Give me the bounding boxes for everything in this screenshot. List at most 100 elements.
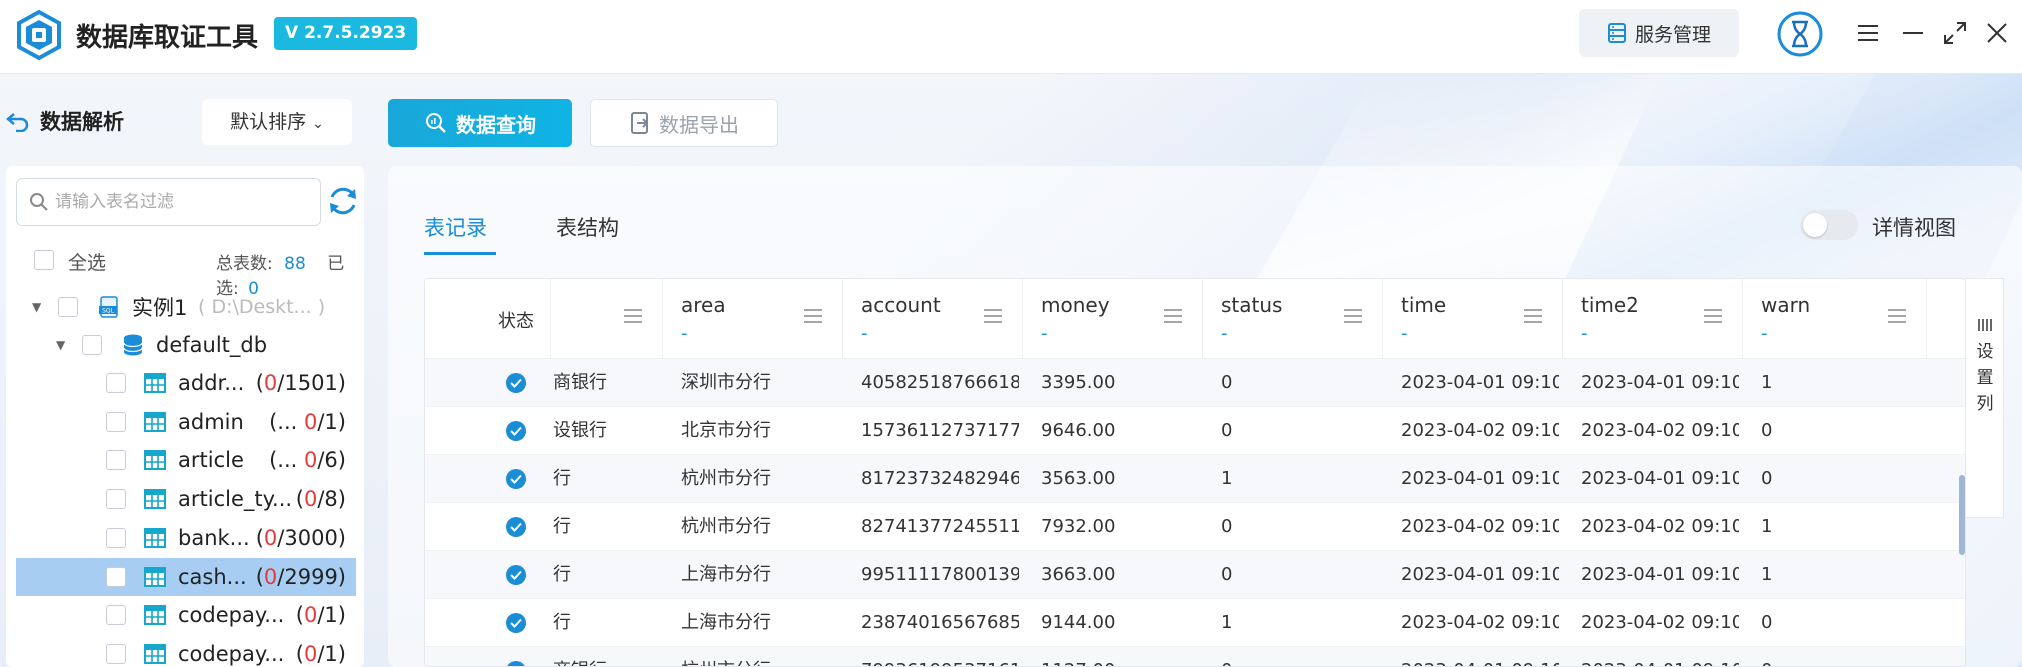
table-checkbox[interactable] — [106, 605, 126, 626]
maximize-icon[interactable] — [1940, 18, 1970, 48]
column-header[interactable]: status - — [1203, 279, 1383, 359]
app-title: 数据库取证工具 — [76, 23, 259, 53]
column-menu-icon[interactable] — [1888, 309, 1906, 323]
table-cell: 北京市分行 — [681, 420, 771, 441]
columns-icon — [1978, 319, 1992, 331]
table-checkbox[interactable] — [106, 489, 126, 510]
column-header[interactable]: time - — [1383, 279, 1563, 359]
menu-icon[interactable] — [1853, 18, 1883, 48]
column-header[interactable]: area - — [663, 279, 843, 359]
tree-database-row[interactable]: ▼ default_db — [16, 326, 356, 364]
tab-structure[interactable]: 表结构 — [556, 212, 619, 242]
table-list-item[interactable]: codepay... (0/1) — [16, 596, 356, 634]
filter-placeholder: 请输入表名过滤 — [55, 192, 174, 212]
table-filter-input[interactable]: 请输入表名过滤 — [16, 178, 321, 226]
app-logo-icon — [17, 10, 61, 60]
table-list-item[interactable]: article_ty... (0/8) — [16, 480, 356, 518]
table-cell: 0 — [1221, 647, 1379, 666]
table-count: (0/8) — [296, 487, 346, 511]
database-icon — [123, 334, 143, 356]
table-list-item[interactable]: cash... (0/2999) — [16, 557, 356, 596]
table-cell: 2023-04-02 09:10:0 — [1581, 612, 1739, 633]
table-checkbox[interactable] — [106, 566, 126, 587]
column-menu-icon[interactable] — [1344, 309, 1362, 323]
back-arrow-icon[interactable] — [6, 110, 30, 132]
table-count-open: (... — [269, 409, 304, 434]
table-row[interactable]: 行 杭州市分行 827413772455117 7932.00 0 2023-04-02 … — [425, 503, 1965, 551]
column-header[interactable]: account - — [843, 279, 1023, 359]
table-count-total: /2999) — [277, 564, 346, 589]
checked-circle-icon[interactable] — [505, 372, 527, 394]
column-settings-button[interactable]: 设置列 — [1966, 278, 2004, 518]
table-row[interactable]: 行 上海市分行 238740165676850 9144.00 1 2023-04-02 … — [425, 599, 1965, 647]
column-menu-icon[interactable] — [624, 309, 642, 323]
sort-dropdown[interactable]: 默认排序 ⌄ — [202, 99, 352, 145]
data-parse-label: 数据解析 — [40, 110, 124, 134]
instance-checkbox[interactable] — [58, 297, 78, 317]
table-icon — [144, 527, 166, 548]
table-cell: 商银行 — [553, 647, 659, 666]
column-menu-icon[interactable] — [984, 309, 1002, 323]
column-header[interactable]: warn - — [1743, 279, 1927, 359]
database-checkbox[interactable] — [82, 335, 102, 355]
table-row[interactable]: 设银行 北京市分行 157361127371774 9646.00 0 2023-04-0… — [425, 407, 1965, 455]
column-menu-icon[interactable] — [804, 309, 822, 323]
data-export-button[interactable]: 数据导出 — [590, 99, 778, 147]
caret-down-icon[interactable]: ▼ — [56, 338, 65, 352]
user-avatar-icon[interactable] — [1776, 10, 1824, 58]
vertical-scrollbar[interactable] — [1959, 475, 1965, 555]
table-list-item[interactable]: admin (... 0/1) — [16, 403, 356, 441]
table-cell: 2023-04-02 09:10:0 — [1401, 516, 1559, 537]
table-row[interactable]: 行 杭州市分行 817237324829465 3563.00 1 2023-04-01 … — [425, 455, 1965, 503]
table-row[interactable]: 行 上海市分行 995111178001390 3663.00 0 2023-04-01 … — [425, 551, 1965, 599]
tree-instance-row[interactable]: ▼ SQL 实例1 ( D:\Deskt... ) — [16, 288, 356, 326]
column-header[interactable] — [551, 279, 663, 359]
table-cell: 0 — [1221, 516, 1233, 537]
table-cell: 9646.00 — [1041, 420, 1116, 441]
table-checkbox[interactable] — [106, 527, 126, 548]
table-list-item[interactable]: bank... (0/3000) — [16, 519, 356, 557]
table-checkbox[interactable] — [106, 450, 126, 471]
select-all-checkbox[interactable] — [34, 250, 54, 270]
detail-view-toggle[interactable] — [1800, 210, 1858, 240]
close-icon[interactable] — [1982, 18, 2012, 48]
service-management-button[interactable]: 服务管理 — [1579, 9, 1739, 57]
table-count-total: /3000) — [277, 525, 346, 550]
column-menu-icon[interactable] — [1704, 309, 1722, 323]
data-query-button[interactable]: 数据查询 — [388, 99, 572, 147]
table-cell: 1 — [1761, 372, 1773, 393]
minimize-icon[interactable] — [1898, 18, 1928, 48]
checked-circle-icon[interactable] — [505, 660, 527, 667]
column-menu-icon[interactable] — [1524, 309, 1542, 323]
checked-circle-icon[interactable] — [505, 420, 527, 442]
table-cell: 上海市分行 — [681, 564, 771, 585]
tab-records[interactable]: 表记录 — [424, 212, 487, 242]
caret-down-icon[interactable]: ▼ — [32, 300, 41, 314]
table-row[interactable]: 商银行 杭州市分行 799361995371614 1127.00 0 2023-04-0… — [425, 647, 1965, 667]
table-count-selected: 0 — [263, 564, 278, 589]
total-value: 88 — [284, 254, 306, 274]
table-cell: 1 — [1221, 612, 1233, 633]
table-list-item[interactable]: article (... 0/6) — [16, 441, 356, 479]
table-list-item[interactable]: codepay... (0/1) — [16, 635, 356, 667]
table-checkbox[interactable] — [106, 643, 126, 664]
column-header[interactable]: time2 - — [1563, 279, 1743, 359]
table-checkbox[interactable] — [106, 373, 126, 393]
table-row[interactable]: 商银行 深圳市分行 405825187666180 3395.00 0 2023-04-0… — [425, 359, 1965, 407]
checked-circle-icon[interactable] — [505, 468, 527, 490]
table-checkbox[interactable] — [106, 411, 126, 432]
column-filter-value: - — [1581, 323, 1588, 344]
table-cell: 9144.00 — [1041, 612, 1116, 633]
refresh-icon[interactable] — [324, 182, 362, 220]
table-count-total: /1) — [317, 409, 346, 434]
svg-text:SQL: SQL — [102, 308, 115, 315]
column-header-label: area — [681, 293, 726, 317]
table-list-item[interactable]: addr... (0/1501) — [16, 364, 356, 402]
database-label: default_db — [156, 333, 268, 357]
column-header[interactable]: money - — [1023, 279, 1203, 359]
checked-circle-icon[interactable] — [505, 564, 527, 586]
column-menu-icon[interactable] — [1164, 309, 1182, 323]
checked-circle-icon[interactable] — [505, 516, 527, 538]
checked-circle-icon[interactable] — [505, 612, 527, 634]
table-count-open: ( — [295, 641, 304, 666]
